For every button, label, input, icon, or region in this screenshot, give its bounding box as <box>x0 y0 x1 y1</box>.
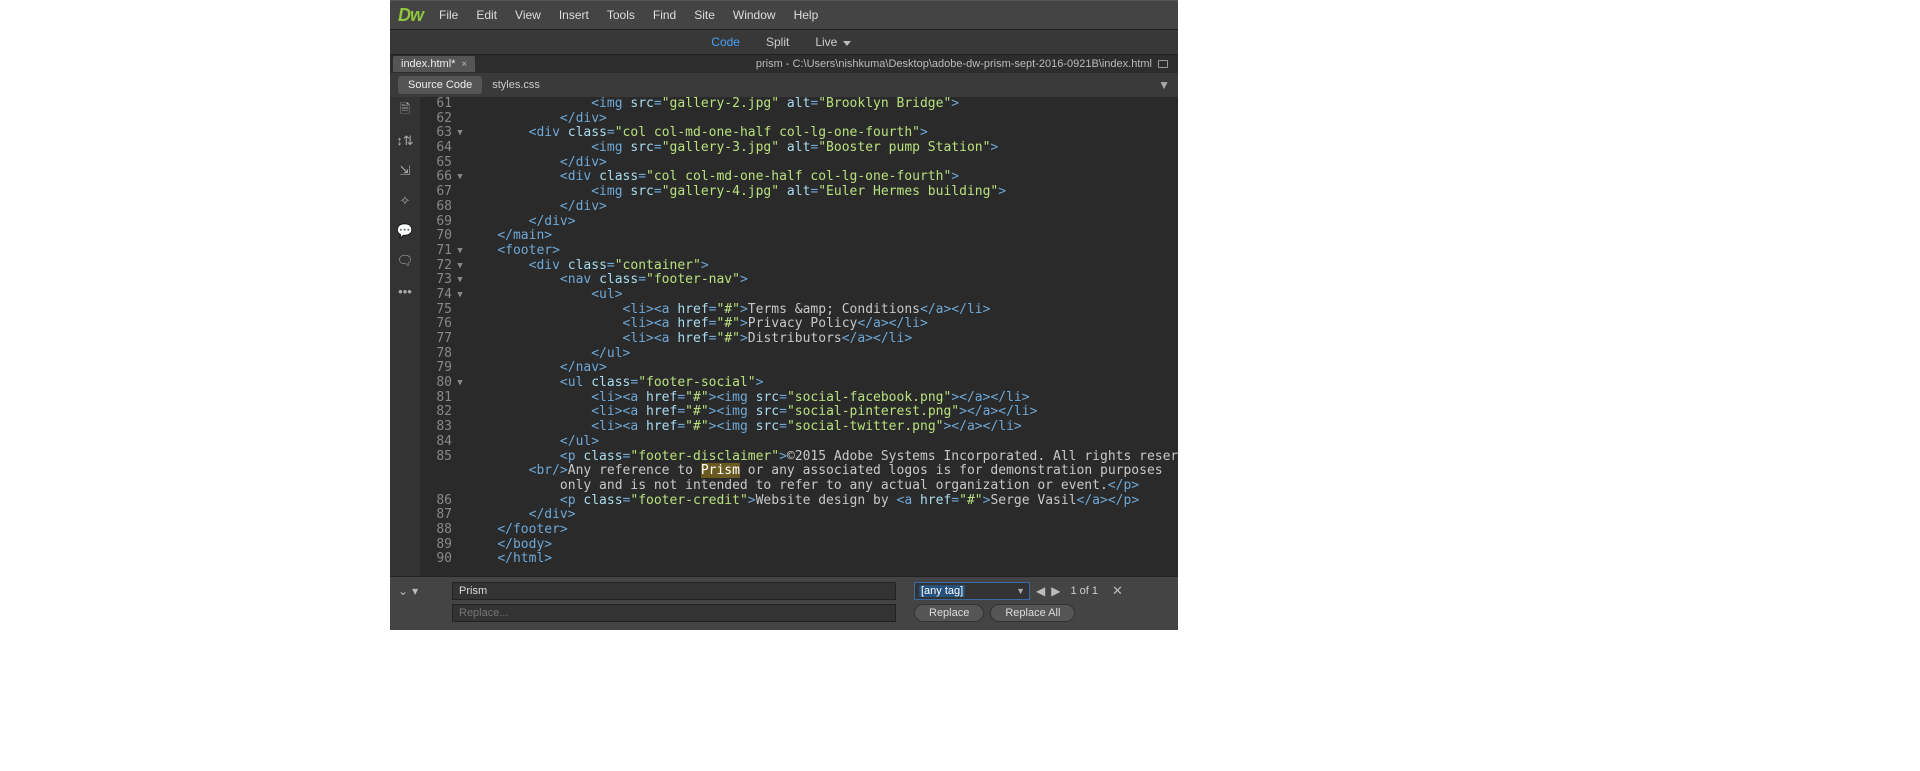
code-line[interactable]: 67 <img src="gallery-4.jpg" alt="Euler H… <box>420 185 1178 200</box>
subtab-styles-css[interactable]: styles.css <box>482 76 550 94</box>
code-line[interactable]: 72▼ <div class="container"> <box>420 259 1178 274</box>
code-line[interactable]: 84 </ul> <box>420 435 1178 450</box>
code-line[interactable]: 87 </div> <box>420 508 1178 523</box>
tag-scope-value: [any tag] <box>919 585 965 597</box>
document-tab-bar: index.html* × prism - C:\Users\nishkuma\… <box>390 55 1178 73</box>
code-line[interactable]: 63▼ <div class="col col-md-one-half col-… <box>420 126 1178 141</box>
subtab-source-code[interactable]: Source Code <box>398 76 482 94</box>
menu-find[interactable]: Find <box>645 4 684 26</box>
code-line[interactable]: 80▼ <ul class="footer-social"> <box>420 376 1178 391</box>
menu-edit[interactable]: Edit <box>468 4 505 26</box>
find-result-count: 1 of 1 <box>1066 585 1102 597</box>
expand-icon[interactable]: ⇲ <box>397 163 413 179</box>
code-line[interactable]: 86 <p class="footer-credit">Website desi… <box>420 494 1178 509</box>
file-path: prism - C:\Users\nishkuma\Desktop\adobe-… <box>756 58 1152 70</box>
code-line[interactable]: 85 <p class="footer-disclaimer">©2015 Ad… <box>420 450 1178 465</box>
chevron-down-icon <box>843 41 851 46</box>
code-editor[interactable]: 61 <img src="gallery-2.jpg" alt="Brookly… <box>420 97 1178 576</box>
code-line[interactable]: 70 </main> <box>420 229 1178 244</box>
code-line[interactable]: 68 </div> <box>420 200 1178 215</box>
related-files-bar: Source Code styles.css ▼ <box>390 73 1178 97</box>
file-management-icon[interactable]: 🗎 <box>397 103 413 119</box>
close-tab-icon[interactable]: × <box>461 59 467 70</box>
app-window: Dw File Edit View Insert Tools Find Site… <box>390 0 1178 630</box>
view-toolbar: Code Split Live <box>390 29 1178 55</box>
find-next-icon[interactable]: ▶ <box>1051 584 1060 598</box>
wand-icon[interactable]: ✧ <box>397 193 413 209</box>
find-prev-icon[interactable]: ◀ <box>1036 584 1045 598</box>
restore-window-icon[interactable] <box>1158 60 1168 68</box>
code-line[interactable]: 75 <li><a href="#">Terms &amp; Condition… <box>420 303 1178 318</box>
code-line[interactable]: 73▼ <nav class="footer-nav"> <box>420 273 1178 288</box>
menu-insert[interactable]: Insert <box>551 4 597 26</box>
menu-window[interactable]: Window <box>725 4 784 26</box>
app-logo: Dw <box>396 5 429 26</box>
filter-search-icon[interactable]: ▾ <box>412 584 418 598</box>
code-line[interactable]: <br/>Any reference to Prism or any assoc… <box>420 464 1178 479</box>
code-line[interactable]: 74▼ <ul> <box>420 288 1178 303</box>
code-line[interactable]: 61 <img src="gallery-2.jpg" alt="Brookly… <box>420 97 1178 112</box>
code-line[interactable]: 78 </ul> <box>420 347 1178 362</box>
view-mode-split[interactable]: Split <box>758 32 797 52</box>
main-area: 🗎 ↕⇅ ⇲ ✧ 💬 🗨 ••• 61 <img src="gallery-2.… <box>390 97 1178 576</box>
view-mode-live[interactable]: Live <box>807 32 854 52</box>
code-line[interactable]: 81 <li><a href="#"><img src="social-face… <box>420 391 1178 406</box>
collapse-search-icon[interactable]: ⌄ <box>398 584 408 598</box>
tool-gutter: 🗎 ↕⇅ ⇲ ✧ 💬 🗨 ••• <box>390 97 420 576</box>
file-tab[interactable]: index.html* × <box>393 56 475 72</box>
find-replace-bar: ⌄ ▾ [any tag] ▼ ◀ ▶ 1 of 1 ✕ Replace Rep… <box>390 576 1178 630</box>
menu-tools[interactable]: Tools <box>599 4 643 26</box>
code-line[interactable]: 79 </nav> <box>420 361 1178 376</box>
menu-view[interactable]: View <box>507 4 549 26</box>
view-mode-code[interactable]: Code <box>703 32 748 52</box>
replace-all-button[interactable]: Replace All <box>990 604 1075 622</box>
code-line[interactable]: 82 <li><a href="#"><img src="social-pint… <box>420 405 1178 420</box>
comment-icon[interactable]: 💬 <box>397 223 413 239</box>
menu-file[interactable]: File <box>431 4 466 26</box>
code-line[interactable]: only and is not intended to refer to any… <box>420 479 1178 494</box>
code-line[interactable]: 90 </html> <box>420 552 1178 567</box>
chat-icon[interactable]: 🗨 <box>397 253 413 269</box>
code-line[interactable]: 62 </div> <box>420 112 1178 127</box>
code-line[interactable]: 65 </div> <box>420 156 1178 171</box>
code-line[interactable]: 71▼ <footer> <box>420 244 1178 259</box>
find-input[interactable] <box>452 582 896 600</box>
filter-icon[interactable]: ▼ <box>1158 78 1170 92</box>
code-line[interactable]: 69 </div> <box>420 215 1178 230</box>
chevron-down-icon: ▼ <box>1016 586 1025 596</box>
more-icon[interactable]: ••• <box>397 283 413 299</box>
code-line[interactable]: 89 </body> <box>420 538 1178 553</box>
format-icon[interactable]: ↕⇅ <box>397 133 413 149</box>
code-line[interactable]: 64 <img src="gallery-3.jpg" alt="Booster… <box>420 141 1178 156</box>
code-line[interactable]: 83 <li><a href="#"><img src="social-twit… <box>420 420 1178 435</box>
code-line[interactable]: 66▼ <div class="col col-md-one-half col-… <box>420 170 1178 185</box>
close-search-icon[interactable]: ✕ <box>1108 583 1123 599</box>
code-line[interactable]: 88 </footer> <box>420 523 1178 538</box>
menu-site[interactable]: Site <box>686 4 723 26</box>
code-line[interactable]: 76 <li><a href="#">Privacy Policy</a></l… <box>420 317 1178 332</box>
menu-help[interactable]: Help <box>786 4 827 26</box>
replace-button[interactable]: Replace <box>914 604 984 622</box>
menu-bar: Dw File Edit View Insert Tools Find Site… <box>390 1 1178 29</box>
tag-scope-select[interactable]: [any tag] ▼ <box>914 582 1030 600</box>
file-tab-label: index.html* <box>401 58 455 70</box>
code-line[interactable]: 77 <li><a href="#">Distributors</a></li> <box>420 332 1178 347</box>
replace-input[interactable] <box>452 604 896 622</box>
file-path-area: prism - C:\Users\nishkuma\Desktop\adobe-… <box>756 58 1178 70</box>
